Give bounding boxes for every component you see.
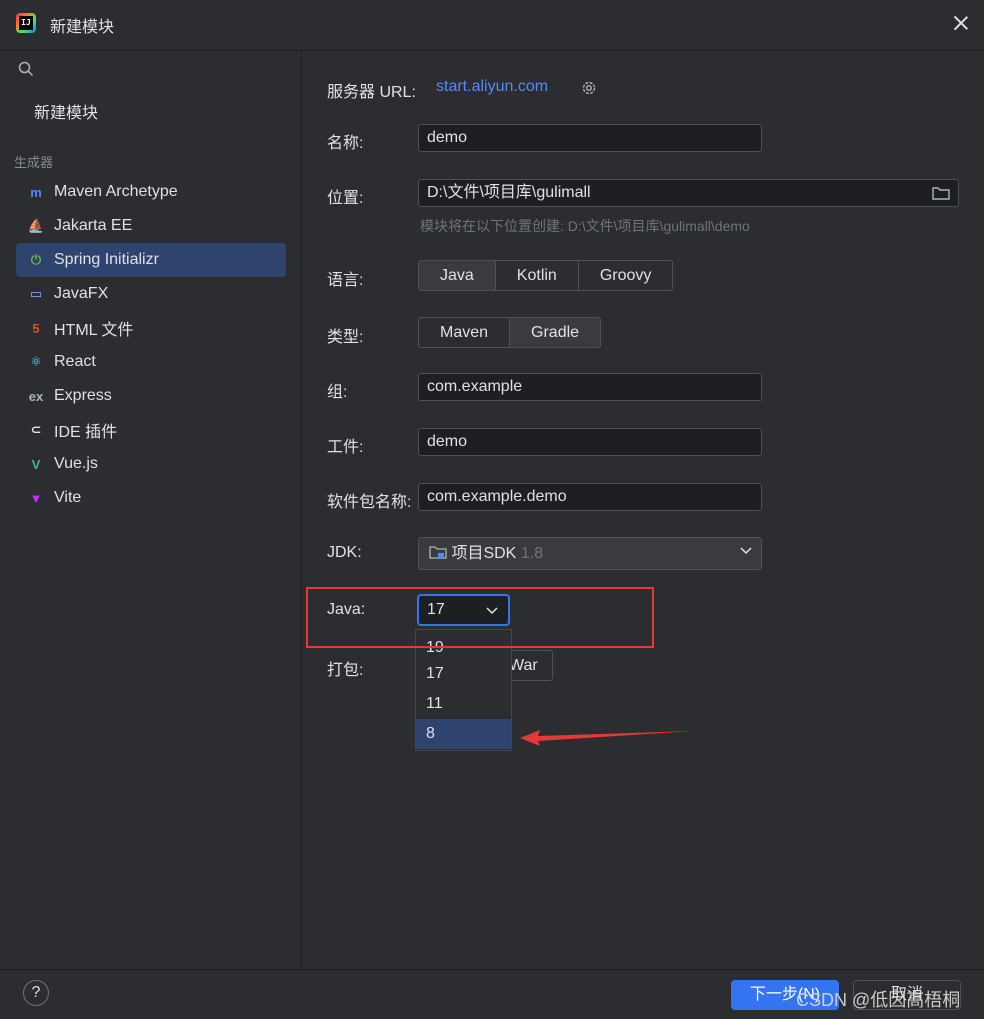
jakarta-ee-icon: ⛵	[27, 218, 45, 233]
annotation-arrow	[520, 730, 694, 746]
javafx-icon: ▭	[29, 286, 43, 301]
title-bar: IJ 新建模块	[0, 0, 984, 51]
location-field[interactable]: D:\文件\项目库\gulimall	[418, 179, 959, 207]
generator-item[interactable]: ⏻ Spring Initializr	[16, 243, 286, 277]
watermark: CSDN @低因高梧桐	[796, 990, 961, 1010]
java-version-option[interactable]: 17	[416, 659, 511, 689]
type-label: 类型:	[327, 329, 364, 346]
search-icon[interactable]	[18, 61, 34, 77]
close-icon[interactable]	[950, 12, 972, 34]
vite-icon: ▼	[29, 490, 43, 506]
html5-icon: 5	[32, 320, 40, 336]
generator-label: Spring Initializr	[54, 251, 159, 268]
help-button[interactable]: ?	[23, 980, 49, 1006]
server-url-link[interactable]: start.aliyun.com	[436, 78, 548, 96]
language-option[interactable]: Java	[419, 261, 496, 290]
module-form: 服务器 URL: start.aliyun.com 名称: demo 位置: D…	[302, 51, 984, 968]
language-selector: Java Kotlin Groovy	[418, 260, 674, 291]
location-hint: 模块将在以下位置创建: D:\文件\项目库\gulimall\demo	[420, 218, 750, 234]
intellij-logo-icon: IJ	[16, 13, 36, 33]
generator-label: React	[54, 353, 96, 370]
annotation-highlight-box	[306, 587, 654, 648]
package-name-label: 软件包名称:	[327, 494, 412, 511]
jdk-version: 1.8	[520, 545, 544, 562]
express-icon: ex	[28, 388, 44, 404]
type-selector: Maven Gradle	[418, 317, 602, 348]
generator-item[interactable]: ▭ JavaFX	[16, 277, 286, 311]
package-name-field[interactable]: com.example.demo	[418, 483, 762, 511]
folder-icon[interactable]	[932, 185, 950, 201]
generators-group-label: 生成器	[14, 155, 54, 170]
generator-item[interactable]: V Vue.js	[16, 447, 286, 481]
generator-label: IDE 插件	[54, 424, 118, 441]
generator-item[interactable]: m Maven Archetype	[16, 175, 286, 209]
java-version-option[interactable]: 8	[416, 719, 511, 749]
java-version-option[interactable]: 11	[416, 689, 511, 719]
generator-item[interactable]: ▼ Vite	[16, 481, 286, 515]
generator-label: Vite	[54, 489, 82, 506]
type-option[interactable]: Maven	[419, 318, 511, 347]
generator-label: HTML 文件	[54, 322, 134, 339]
sdk-folder-icon	[429, 546, 447, 559]
vue-icon: V	[31, 456, 41, 472]
generator-label: Jakarta EE	[54, 217, 133, 234]
packaging-label: 打包:	[327, 662, 364, 679]
artifact-label: 工件:	[327, 439, 364, 456]
sidebar: 新建模块 生成器 m Maven Archetype ⛵ Jakarta EE ⏻ Spr…	[0, 51, 302, 968]
generator-label: Maven Archetype	[54, 183, 178, 200]
dialog-footer: ? 下一步(N) 取消 CSDN @低因高梧桐	[0, 969, 984, 1019]
chevron-down-icon	[740, 547, 752, 555]
language-option[interactable]: Kotlin	[496, 261, 579, 290]
generator-item[interactable]: ⛵ Jakarta EE	[16, 209, 286, 243]
jdk-label: JDK:	[327, 544, 362, 561]
dialog-title: 新建模块	[50, 19, 115, 36]
react-icon: ⚛	[30, 354, 42, 369]
language-option[interactable]: Groovy	[579, 261, 673, 290]
spring-icon: ⏻	[30, 252, 42, 267]
generator-label: Vue.js	[54, 455, 98, 472]
location-label: 位置:	[327, 190, 364, 207]
type-option[interactable]: Gradle	[510, 318, 601, 347]
generator-item[interactable]: ⊂ IDE 插件	[16, 413, 286, 447]
maven-icon: m	[30, 184, 42, 200]
generator-item[interactable]: 5 HTML 文件	[16, 311, 286, 345]
group-field[interactable]: com.example	[418, 373, 762, 401]
name-field[interactable]: demo	[418, 124, 762, 152]
language-label: 语言:	[327, 272, 364, 289]
gear-icon[interactable]	[580, 79, 598, 97]
artifact-field[interactable]: demo	[418, 428, 762, 456]
group-label: 组:	[327, 384, 348, 401]
jdk-dropdown[interactable]: 项目SDK 1.8	[418, 537, 762, 570]
generator-list: m Maven Archetype ⛵ Jakarta EE ⏻ Spring Initi…	[16, 175, 286, 515]
generator-label: Express	[54, 387, 112, 404]
generator-item[interactable]: ex Express	[16, 379, 286, 413]
name-label: 名称:	[327, 135, 364, 152]
location-value: D:\文件\项目库\gulimall	[427, 184, 591, 201]
sidebar-item-new-module[interactable]: 新建模块	[34, 99, 98, 123]
server-url-label: 服务器 URL:	[327, 84, 416, 101]
generator-item[interactable]: ⚛ React	[16, 345, 286, 379]
plugin-icon: ⊂	[30, 422, 42, 437]
jdk-name: 项目SDK	[451, 545, 517, 562]
generator-label: JavaFX	[54, 285, 109, 302]
